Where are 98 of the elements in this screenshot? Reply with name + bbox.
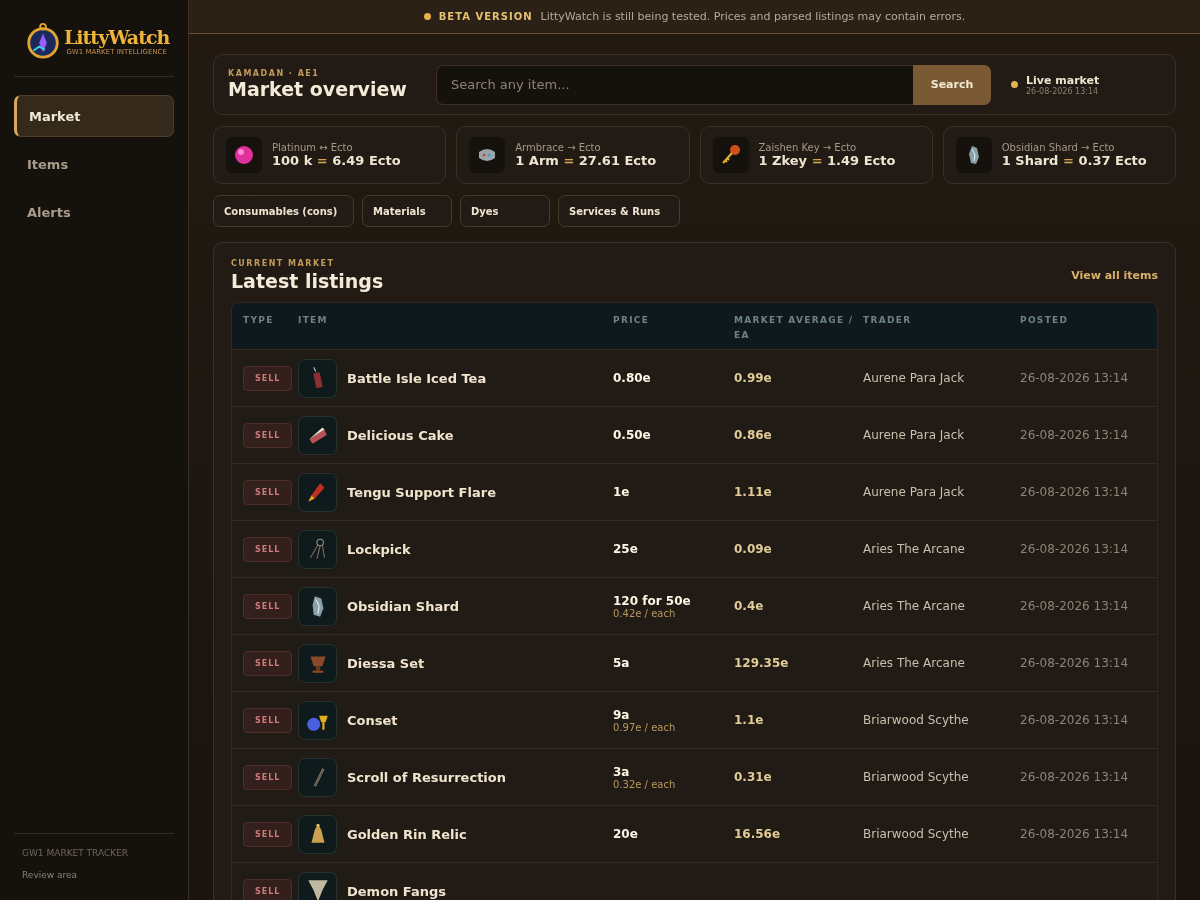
price-each: 0.32e / each xyxy=(613,778,676,790)
posted-time: 26-08-2026 13:14 xyxy=(1020,599,1129,613)
nav-item[interactable]: Items xyxy=(14,143,174,185)
nav-item[interactable]: Market xyxy=(14,95,174,137)
item-name[interactable]: Obsidian Shard xyxy=(347,598,459,614)
status-dot-icon xyxy=(423,13,431,20)
footer-title: GW1 MARKET TRACKER xyxy=(22,848,130,858)
rate-label: Platinum ↔ Ecto xyxy=(272,142,354,153)
posted-time: 26-08-2026 13:14 xyxy=(1020,713,1129,727)
category-button[interactable]: Materials xyxy=(362,195,452,227)
average-value: 0.4e xyxy=(734,599,764,613)
average-value: 0.31e xyxy=(734,770,772,784)
rate-label: Zaishen Key → Ecto xyxy=(758,142,858,153)
average-value: 16.56e xyxy=(734,827,781,841)
page-title: Market overview xyxy=(228,78,408,100)
sell-tag: SELL xyxy=(243,650,293,676)
column-header: PRICE xyxy=(613,314,651,327)
rate-value: 1 Zkey = 1.49 Ecto xyxy=(758,153,896,168)
sell-tag: SELL xyxy=(243,536,293,562)
item-name[interactable]: Scroll of Resurrection xyxy=(347,769,506,785)
search-button[interactable]: Search xyxy=(913,64,991,105)
item-name[interactable]: Golden Rin Relic xyxy=(347,826,467,842)
logo-wordmark: LittyWatch xyxy=(64,26,170,48)
sell-tag: SELL xyxy=(243,764,293,790)
sell-tag: SELL xyxy=(243,707,293,733)
trader-name: Briarwood Scythe xyxy=(863,770,969,784)
trader-name: Aurene Para Jack xyxy=(863,428,965,442)
average-value: 129.35e xyxy=(734,656,789,670)
average-value: 0.86e xyxy=(734,428,772,442)
region-label: KAMADAN · AE1 xyxy=(228,69,321,78)
sell-tag: SELL xyxy=(243,479,293,505)
column-header: MARKET AVERAGE / EA xyxy=(734,314,855,342)
item-name[interactable]: Conset xyxy=(347,712,398,728)
trader-name: Aurene Para Jack xyxy=(863,485,965,499)
price-value: 5a xyxy=(613,656,630,670)
price-value: 120 for 50e xyxy=(613,593,691,608)
price-value: 0.50e xyxy=(613,428,651,442)
review-link[interactable]: Review area xyxy=(22,870,174,880)
rate-value: 1 Arm = 27.61 Ecto xyxy=(515,153,657,168)
posted-time: 26-08-2026 13:14 xyxy=(1020,428,1129,442)
average-value: 1.1e xyxy=(734,713,764,727)
sell-tag: SELL xyxy=(243,878,293,900)
sell-tag: SELL xyxy=(243,422,293,448)
banner-message: LittyWatch is still being tested. Prices and parsed listings may contain errors. xyxy=(540,10,966,23)
column-header: POSTED xyxy=(1020,314,1070,327)
live-label: Live market xyxy=(1026,73,1100,87)
rate-value: 100 k = 6.49 Ecto xyxy=(272,153,401,168)
average-value: 1.11e xyxy=(734,485,772,499)
average-value: 0.99e xyxy=(734,371,772,385)
column-header: TRADER xyxy=(863,314,913,327)
trader-name: Aries The Arcane xyxy=(863,542,965,556)
rate-label: Obsidian Shard → Ecto xyxy=(1001,142,1116,153)
column-header: ITEM xyxy=(298,314,329,327)
item-name[interactable]: Lockpick xyxy=(347,541,411,557)
sell-tag: SELL xyxy=(243,821,293,847)
live-dot-icon xyxy=(1011,81,1018,88)
item-name[interactable]: Demon Fangs xyxy=(347,883,447,899)
beta-label: BETA VERSION xyxy=(438,11,533,22)
price-value: 0.80e xyxy=(613,371,651,385)
nav-item[interactable]: Alerts xyxy=(14,191,174,233)
section-title: Latest listings xyxy=(231,270,384,292)
category-button[interactable]: Dyes xyxy=(460,195,550,227)
posted-time: 26-08-2026 13:14 xyxy=(1020,827,1129,841)
price-value: 1e xyxy=(613,485,630,499)
price-each: 0.42e / each xyxy=(613,607,676,619)
trader-name: Briarwood Scythe xyxy=(863,827,969,841)
category-button[interactable]: Consumables (cons) xyxy=(213,195,354,227)
item-name[interactable]: Delicious Cake xyxy=(347,427,454,443)
trader-name: Aries The Arcane xyxy=(863,656,965,670)
trader-name: Aurene Para Jack xyxy=(863,371,965,385)
price-value: 9a xyxy=(613,707,630,722)
trader-name: Briarwood Scythe xyxy=(863,713,969,727)
sell-tag: SELL xyxy=(243,593,293,619)
item-name[interactable]: Diessa Set xyxy=(347,655,425,671)
category-button[interactable]: Services & Runs xyxy=(558,195,680,227)
posted-time: 26-08-2026 13:14 xyxy=(1020,656,1129,670)
compass-icon xyxy=(24,22,62,60)
item-name[interactable]: Tengu Support Flare xyxy=(347,484,496,500)
price-value: 20e xyxy=(613,827,638,841)
rate-label: Armbrace → Ecto xyxy=(515,142,602,153)
section-label: CURRENT MARKET xyxy=(231,259,336,268)
posted-time: 26-08-2026 13:14 xyxy=(1020,371,1129,385)
live-time: 26-08-2026 13:14 xyxy=(1026,86,1100,96)
average-value: 0.09e xyxy=(734,542,772,556)
price-value: 25e xyxy=(613,542,638,556)
view-all-link[interactable]: View all items xyxy=(1071,269,1158,282)
posted-time: 26-08-2026 13:14 xyxy=(1020,542,1129,556)
trader-name: Aries The Arcane xyxy=(863,599,965,613)
posted-time: 26-08-2026 13:14 xyxy=(1020,770,1129,784)
sell-tag: SELL xyxy=(243,365,293,391)
gem-icon xyxy=(232,143,256,167)
rate-value: 1 Shard = 0.37 Ecto xyxy=(1001,153,1147,168)
posted-time: 26-08-2026 13:14 xyxy=(1020,485,1129,499)
search-field[interactable]: Search any item... xyxy=(436,64,913,105)
price-each: 0.97e / each xyxy=(613,721,676,733)
column-header: TYPE xyxy=(243,314,275,327)
item-name[interactable]: Battle Isle Iced Tea xyxy=(347,370,487,386)
price-value: 3a xyxy=(613,764,630,779)
